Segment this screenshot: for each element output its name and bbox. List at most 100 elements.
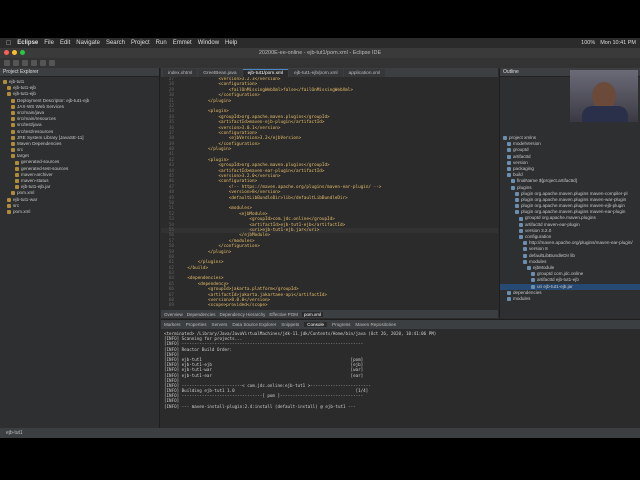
tab-data-source-explorer[interactable]: Data Source Explorer xyxy=(232,322,276,327)
tree-item[interactable]: pom.xml xyxy=(0,209,159,215)
xml-element-icon xyxy=(531,278,535,283)
xml-element-icon xyxy=(511,179,515,184)
console-output[interactable]: <terminated> /Library/Java/JavaVirtualMa… xyxy=(161,329,640,411)
xml-element-icon xyxy=(507,142,511,147)
window-title: 20200E-ee-online - ejb-tut1/pom.xml - Ec… xyxy=(258,50,382,56)
xml-element-icon xyxy=(519,235,523,240)
xml-element-icon xyxy=(523,253,527,258)
project-icon xyxy=(3,80,7,85)
status-bar: ejb-tut1 xyxy=(0,428,640,438)
tab-effective-pom[interactable]: Effective POM xyxy=(269,312,298,317)
outline-item[interactable]: modules xyxy=(500,296,640,302)
zoom-window-button[interactable] xyxy=(20,50,25,55)
xml-element-icon xyxy=(507,167,511,172)
project-explorer: Project Explorer ejb-tut1 ejb-tut1-ejb e… xyxy=(0,68,160,428)
outline-item-label: modules xyxy=(513,295,531,301)
app-menu[interactable]: Eclipse xyxy=(17,40,38,46)
xml-element-icon xyxy=(519,216,523,221)
menu-file[interactable]: File xyxy=(44,40,54,46)
tab-markers[interactable]: Markers xyxy=(164,322,181,327)
tab-properties[interactable]: Properties xyxy=(186,322,207,327)
search-icon[interactable] xyxy=(49,60,55,66)
menu-search[interactable]: Search xyxy=(106,40,125,46)
clock[interactable]: Mon 10:41 PM xyxy=(600,40,636,46)
new-icon[interactable] xyxy=(4,60,10,66)
tab-application-xml[interactable]: application.xml xyxy=(343,69,386,77)
menu-edit[interactable]: Edit xyxy=(60,40,70,46)
jar-icon xyxy=(15,185,19,190)
pom-editor-tabs: Overview Dependencies Dependency Hierarc… xyxy=(161,310,498,318)
xml-element-icon xyxy=(507,290,511,295)
project-tree: ejb-tut1 ejb-tut1-ejb ejb-tut1-ejb Deplo… xyxy=(0,77,159,217)
tab-overview[interactable]: Overview xyxy=(164,312,183,317)
tab-servers[interactable]: Servers xyxy=(212,322,228,327)
minimize-window-button[interactable] xyxy=(12,50,17,55)
xml-element-icon xyxy=(507,148,511,153)
menu-window[interactable]: Window xyxy=(198,40,219,46)
xml-element-icon xyxy=(523,241,527,246)
line-number: 69 xyxy=(168,303,174,309)
outline-item-label: uri ejb-tut1-ejb.jar xyxy=(537,283,573,289)
menu-project[interactable]: Project xyxy=(131,40,150,46)
status-area: 100% Mon 10:41 PM xyxy=(581,40,640,46)
library-icon xyxy=(11,135,15,140)
project-icon xyxy=(7,86,11,91)
project-icon xyxy=(7,92,11,97)
xml-element-icon xyxy=(507,173,511,178)
project-explorer-title: Project Explorer xyxy=(3,69,39,75)
line-text: </plugin> xyxy=(177,249,232,255)
tab-console[interactable]: Console xyxy=(304,322,328,327)
run-icon[interactable] xyxy=(31,60,37,66)
menu-emmet[interactable]: Emmet xyxy=(173,40,192,46)
tab-progress[interactable]: Progress xyxy=(332,322,350,327)
menu-navigate[interactable]: Navigate xyxy=(76,40,100,46)
debug-icon[interactable] xyxy=(22,60,28,66)
line-text: </plugin> xyxy=(177,98,232,104)
folder-icon xyxy=(11,148,15,153)
code-line[interactable]: 69 <scope>provided</scope> xyxy=(161,303,498,308)
xml-element-icon xyxy=(507,160,511,165)
close-window-button[interactable] xyxy=(4,50,9,55)
xml-element-icon xyxy=(507,296,511,301)
tab-pom-xml[interactable]: pom.xml xyxy=(302,311,324,317)
tab-dependencies[interactable]: Dependencies xyxy=(187,312,216,317)
line-text: <scope>provided</scope> xyxy=(177,303,268,309)
folder-icon xyxy=(15,179,19,184)
project-explorer-header[interactable]: Project Explorer xyxy=(0,68,159,77)
tab-greetbean[interactable]: GreetBean.java xyxy=(198,69,242,77)
tab-dependency-hierarchy[interactable]: Dependency Hierarchy xyxy=(220,312,266,317)
menu-help[interactable]: Help xyxy=(225,40,237,46)
tab-index-xhtml[interactable]: index.xhtml xyxy=(163,69,198,77)
save-icon[interactable] xyxy=(13,60,19,66)
tab-ejb-tut1-pom[interactable]: ejb-tut1/pom.xml xyxy=(242,69,289,77)
folder-icon xyxy=(15,160,19,165)
outline-title: Outline xyxy=(503,69,519,75)
editor-area: index.xhtml GreetBean.java ejb-tut1/pom.… xyxy=(161,68,498,318)
xml-element-icon xyxy=(519,222,523,227)
workbench: Project Explorer ejb-tut1 ejb-tut1-ejb e… xyxy=(0,68,640,428)
folder-icon xyxy=(15,166,19,171)
battery-text[interactable]: 100% xyxy=(581,40,595,46)
line-text: <defaultLibBundleDir>lib</defaultLibBund… xyxy=(177,195,348,201)
code-editor[interactable]: 27 <version>3.2.3</version> 28 <configura… xyxy=(161,77,498,309)
source-folder-icon xyxy=(11,129,15,134)
server-icon[interactable] xyxy=(40,60,46,66)
xml-element-icon xyxy=(523,247,527,252)
menu-run[interactable]: Run xyxy=(156,40,167,46)
console-panel: Markers Properties Servers Data Source E… xyxy=(161,319,640,428)
tab-snippets[interactable]: Snippets xyxy=(281,322,299,327)
xml-element-icon xyxy=(527,266,531,271)
xml-element-icon xyxy=(511,185,515,190)
line-text: </plugin> xyxy=(177,147,232,153)
tab-ejb-tut1-ejb-pom[interactable]: ejb-tut1-ejb/pom.xml xyxy=(289,69,343,77)
folder-icon xyxy=(15,172,19,177)
descriptor-icon xyxy=(11,98,15,103)
xml-element-icon xyxy=(531,272,535,277)
webservice-icon xyxy=(11,104,15,109)
library-icon xyxy=(11,141,15,146)
project-icon xyxy=(7,197,11,202)
apple-icon[interactable]:  xyxy=(6,40,11,47)
tab-maven-repositories[interactable]: Maven Repositories xyxy=(355,322,396,327)
window-controls xyxy=(4,50,25,55)
source-folder-icon xyxy=(11,117,15,122)
